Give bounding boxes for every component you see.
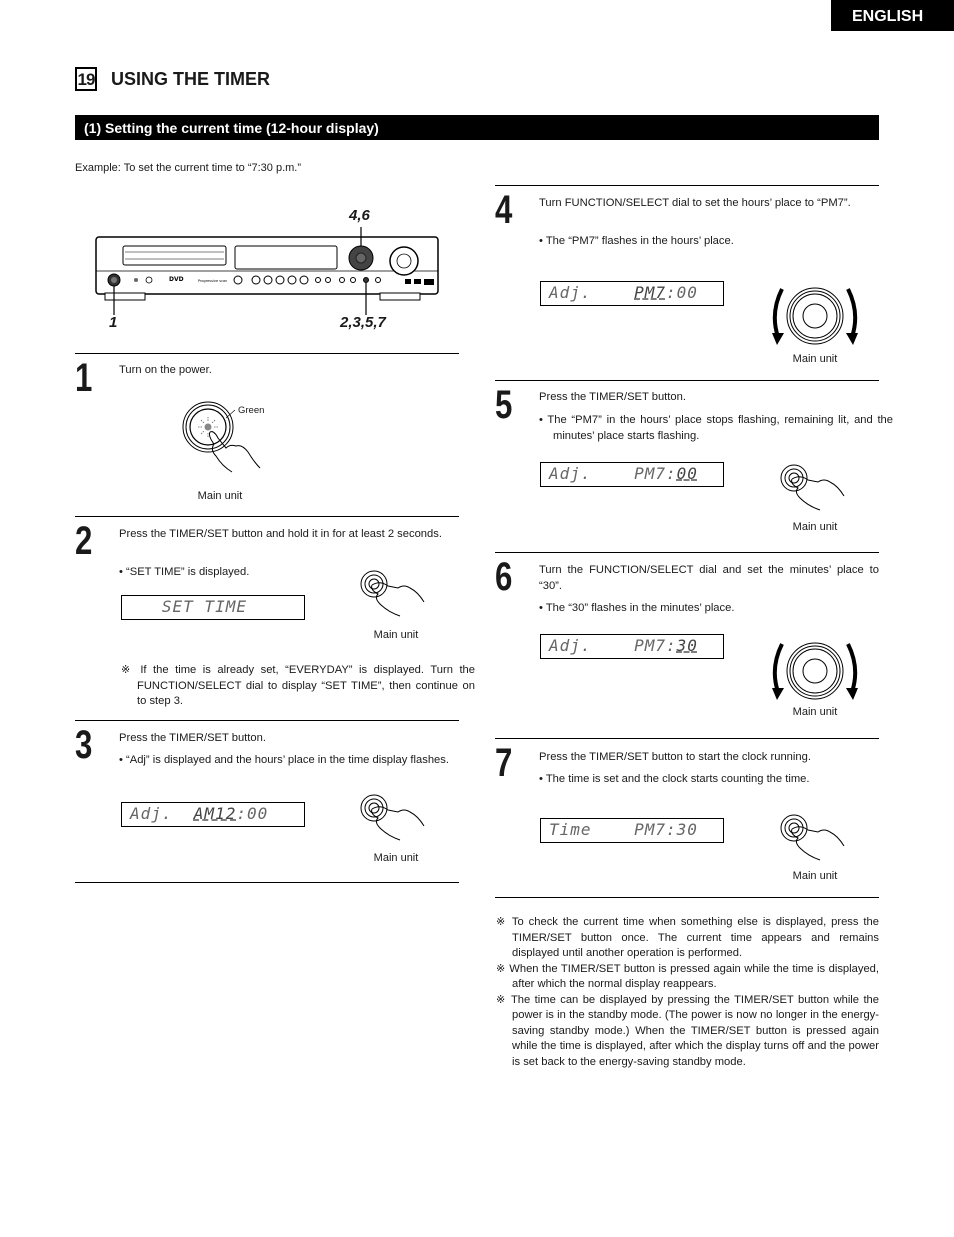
lcd-display: Adj. AM12:00 xyxy=(121,802,305,827)
divider xyxy=(495,380,879,381)
button-press-hand-icon xyxy=(780,464,845,511)
figure-caption: Main unit xyxy=(792,706,838,718)
timer-set-button-figure xyxy=(778,812,858,874)
step-bullet: • The “30” flashes in the minutes’ place… xyxy=(539,602,735,614)
button-press-hand-icon xyxy=(360,794,425,841)
svg-text:DVD: DVD xyxy=(169,276,184,283)
language-tab: ENGLISH xyxy=(831,0,954,31)
step-instruction: Press the TIMER/SET button to start the … xyxy=(539,751,811,763)
step-instruction: Press the TIMER/SET button. xyxy=(539,391,686,403)
lcd-display: Adj. PM7:00 xyxy=(540,462,724,487)
example-text: Example: To set the current time to “7:3… xyxy=(75,162,302,174)
divider xyxy=(495,552,879,553)
figure-caption: Main unit xyxy=(792,870,838,882)
timer-set-button-figure xyxy=(358,792,438,854)
callout-step-1: 1 xyxy=(109,314,118,331)
lcd-text: Time PM7:30 xyxy=(549,820,698,839)
rotate-dial-icon xyxy=(772,642,858,700)
lcd-display: Time PM7:30 xyxy=(540,818,724,843)
figure-caption: Main unit xyxy=(373,852,419,864)
figure-caption: Main unit xyxy=(792,521,838,533)
step-number: 3 xyxy=(75,723,93,767)
divider xyxy=(75,720,459,721)
lcd-text: :00 xyxy=(236,804,269,823)
step-note: ※ If the time is already set, “EVERYDAY”… xyxy=(121,664,475,707)
button-press-hand-icon xyxy=(780,814,845,861)
step-instruction: Turn FUNCTION/SELECT dial to set the hou… xyxy=(539,197,851,209)
svg-text:Progressive scan: Progressive scan xyxy=(198,279,227,283)
note-item: ※ When the TIMER/SET button is pressed a… xyxy=(496,962,879,991)
figure-caption: Main unit xyxy=(792,353,838,365)
lcd-flashing-segment: PM7 xyxy=(634,283,666,302)
divider xyxy=(75,516,459,517)
divider xyxy=(75,882,459,883)
step-bullet: • “Adj” is displayed and the hours’ plac… xyxy=(119,754,449,766)
lcd-text: Adj. xyxy=(549,283,635,302)
step-number: 1 xyxy=(75,356,93,400)
lcd-display: Adj. PM7:30 xyxy=(540,634,724,659)
rotate-dial-icon xyxy=(772,287,858,345)
lcd-display: Adj. PM7:00 xyxy=(540,281,724,306)
button-press-hand-icon xyxy=(360,570,425,617)
step-bullet: • “SET TIME” is displayed. xyxy=(119,566,250,578)
callout-steps-4-6: 4,6 xyxy=(349,207,370,224)
step-instruction: Turn on the power. xyxy=(119,364,212,376)
indicator-color-label: Green xyxy=(238,405,265,416)
step-instruction: Turn the FUNCTION/SELECT dial and set th… xyxy=(539,564,879,592)
lcd-flashing-segment: 30 xyxy=(676,636,698,655)
lcd-text: SET TIME xyxy=(130,597,247,616)
lcd-display: SET TIME xyxy=(121,595,305,620)
device-front-panel-figure: DVD Progressive scan xyxy=(90,205,450,335)
step-instruction: Press the TIMER/SET button. xyxy=(119,732,266,744)
divider xyxy=(495,185,879,186)
divider xyxy=(75,353,459,354)
step-bullet: • The “PM7” in the hours’ place stops fl… xyxy=(539,414,893,442)
lcd-text: Adj. xyxy=(130,804,194,823)
figure-caption: Main unit xyxy=(197,490,243,502)
note-item: ※ To check the current time when somethi… xyxy=(496,916,879,959)
receiver-front-panel-illustration: DVD Progressive scan xyxy=(95,227,439,315)
callout-steps-2-3-5-7: 2,3,5,7 xyxy=(340,314,386,331)
step-number: 5 xyxy=(495,383,513,427)
divider xyxy=(495,897,879,898)
timer-set-button-figure xyxy=(778,462,858,524)
step-number: 2 xyxy=(75,519,93,563)
lcd-text: Adj. PM7: xyxy=(549,464,677,483)
step-number: 7 xyxy=(495,741,513,785)
function-select-dial-figure xyxy=(768,638,862,704)
step-number: 4 xyxy=(495,188,513,232)
lcd-flashing-segment: AM12 xyxy=(193,804,237,823)
figure-caption: Main unit xyxy=(373,629,419,641)
subsection-title: (1) Setting the current time (12-hour di… xyxy=(75,115,879,140)
step-bullet: • The “PM7” flashes in the hours’ place. xyxy=(539,235,734,247)
step-bullet: • The time is set and the clock starts c… xyxy=(539,773,810,785)
notes-list: ※ To check the current time when somethi… xyxy=(496,915,879,1070)
divider xyxy=(495,738,879,739)
section-number: 19 xyxy=(75,67,97,91)
step-number: 6 xyxy=(495,555,513,599)
note-item: ※ The time can be displayed by pressing … xyxy=(496,993,879,1068)
lcd-text: :00 xyxy=(665,283,698,302)
step-instruction: Press the TIMER/SET button and hold it i… xyxy=(119,528,442,540)
function-select-dial-figure xyxy=(768,283,862,349)
timer-set-button-figure xyxy=(358,568,438,630)
lcd-text: Adj. PM7: xyxy=(549,636,677,655)
lcd-flashing-segment: 00 xyxy=(676,464,698,483)
section-title: USING THE TIMER xyxy=(111,69,271,89)
